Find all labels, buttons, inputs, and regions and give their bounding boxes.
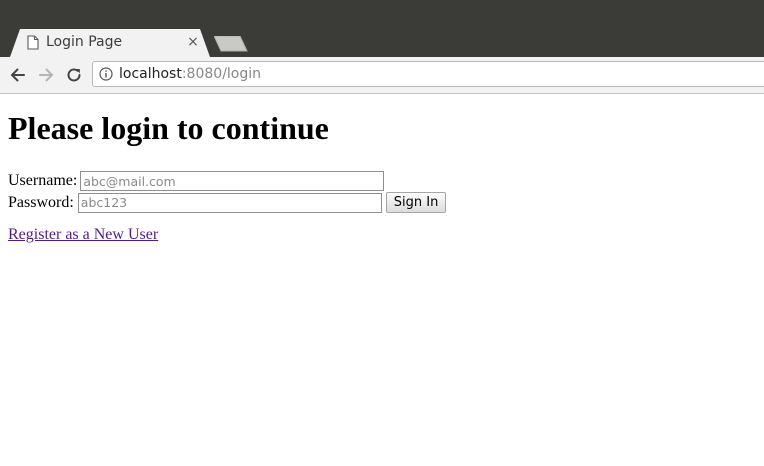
sign-in-button[interactable]: Sign In bbox=[385, 192, 447, 213]
page-icon bbox=[27, 35, 39, 50]
url-text[interactable]: localhost:8080/login bbox=[119, 66, 261, 82]
back-arrow-icon[interactable] bbox=[8, 65, 28, 85]
reload-icon[interactable] bbox=[64, 65, 84, 85]
url-host: localhost bbox=[119, 66, 182, 82]
page-title: Please login to continue bbox=[8, 110, 329, 146]
url-path: :8080/login bbox=[181, 66, 262, 82]
forward-arrow-icon[interactable] bbox=[36, 65, 56, 85]
browser-titlebar: Login Page × bbox=[0, 0, 764, 57]
tab-title: Login Page bbox=[46, 34, 123, 50]
close-icon[interactable]: × bbox=[186, 35, 200, 49]
register-link[interactable]: Register as a New User bbox=[8, 226, 158, 244]
address-bar[interactable]: localhost:8080/login bbox=[92, 61, 764, 87]
tab-login-page[interactable]: Login Page × bbox=[10, 29, 210, 57]
info-icon[interactable] bbox=[99, 67, 113, 81]
password-label: Password: bbox=[8, 193, 74, 211]
password-row: Password: Sign In bbox=[8, 192, 447, 214]
username-label: Username: bbox=[8, 172, 78, 189]
browser-toolbar: localhost:8080/login bbox=[0, 57, 764, 94]
password-input[interactable] bbox=[77, 192, 382, 213]
username-input[interactable] bbox=[80, 171, 385, 191]
new-tab-icon[interactable] bbox=[214, 36, 248, 52]
username-row: Username: bbox=[8, 171, 385, 193]
page-content: Please login to continue Username: Passw… bbox=[0, 94, 764, 466]
